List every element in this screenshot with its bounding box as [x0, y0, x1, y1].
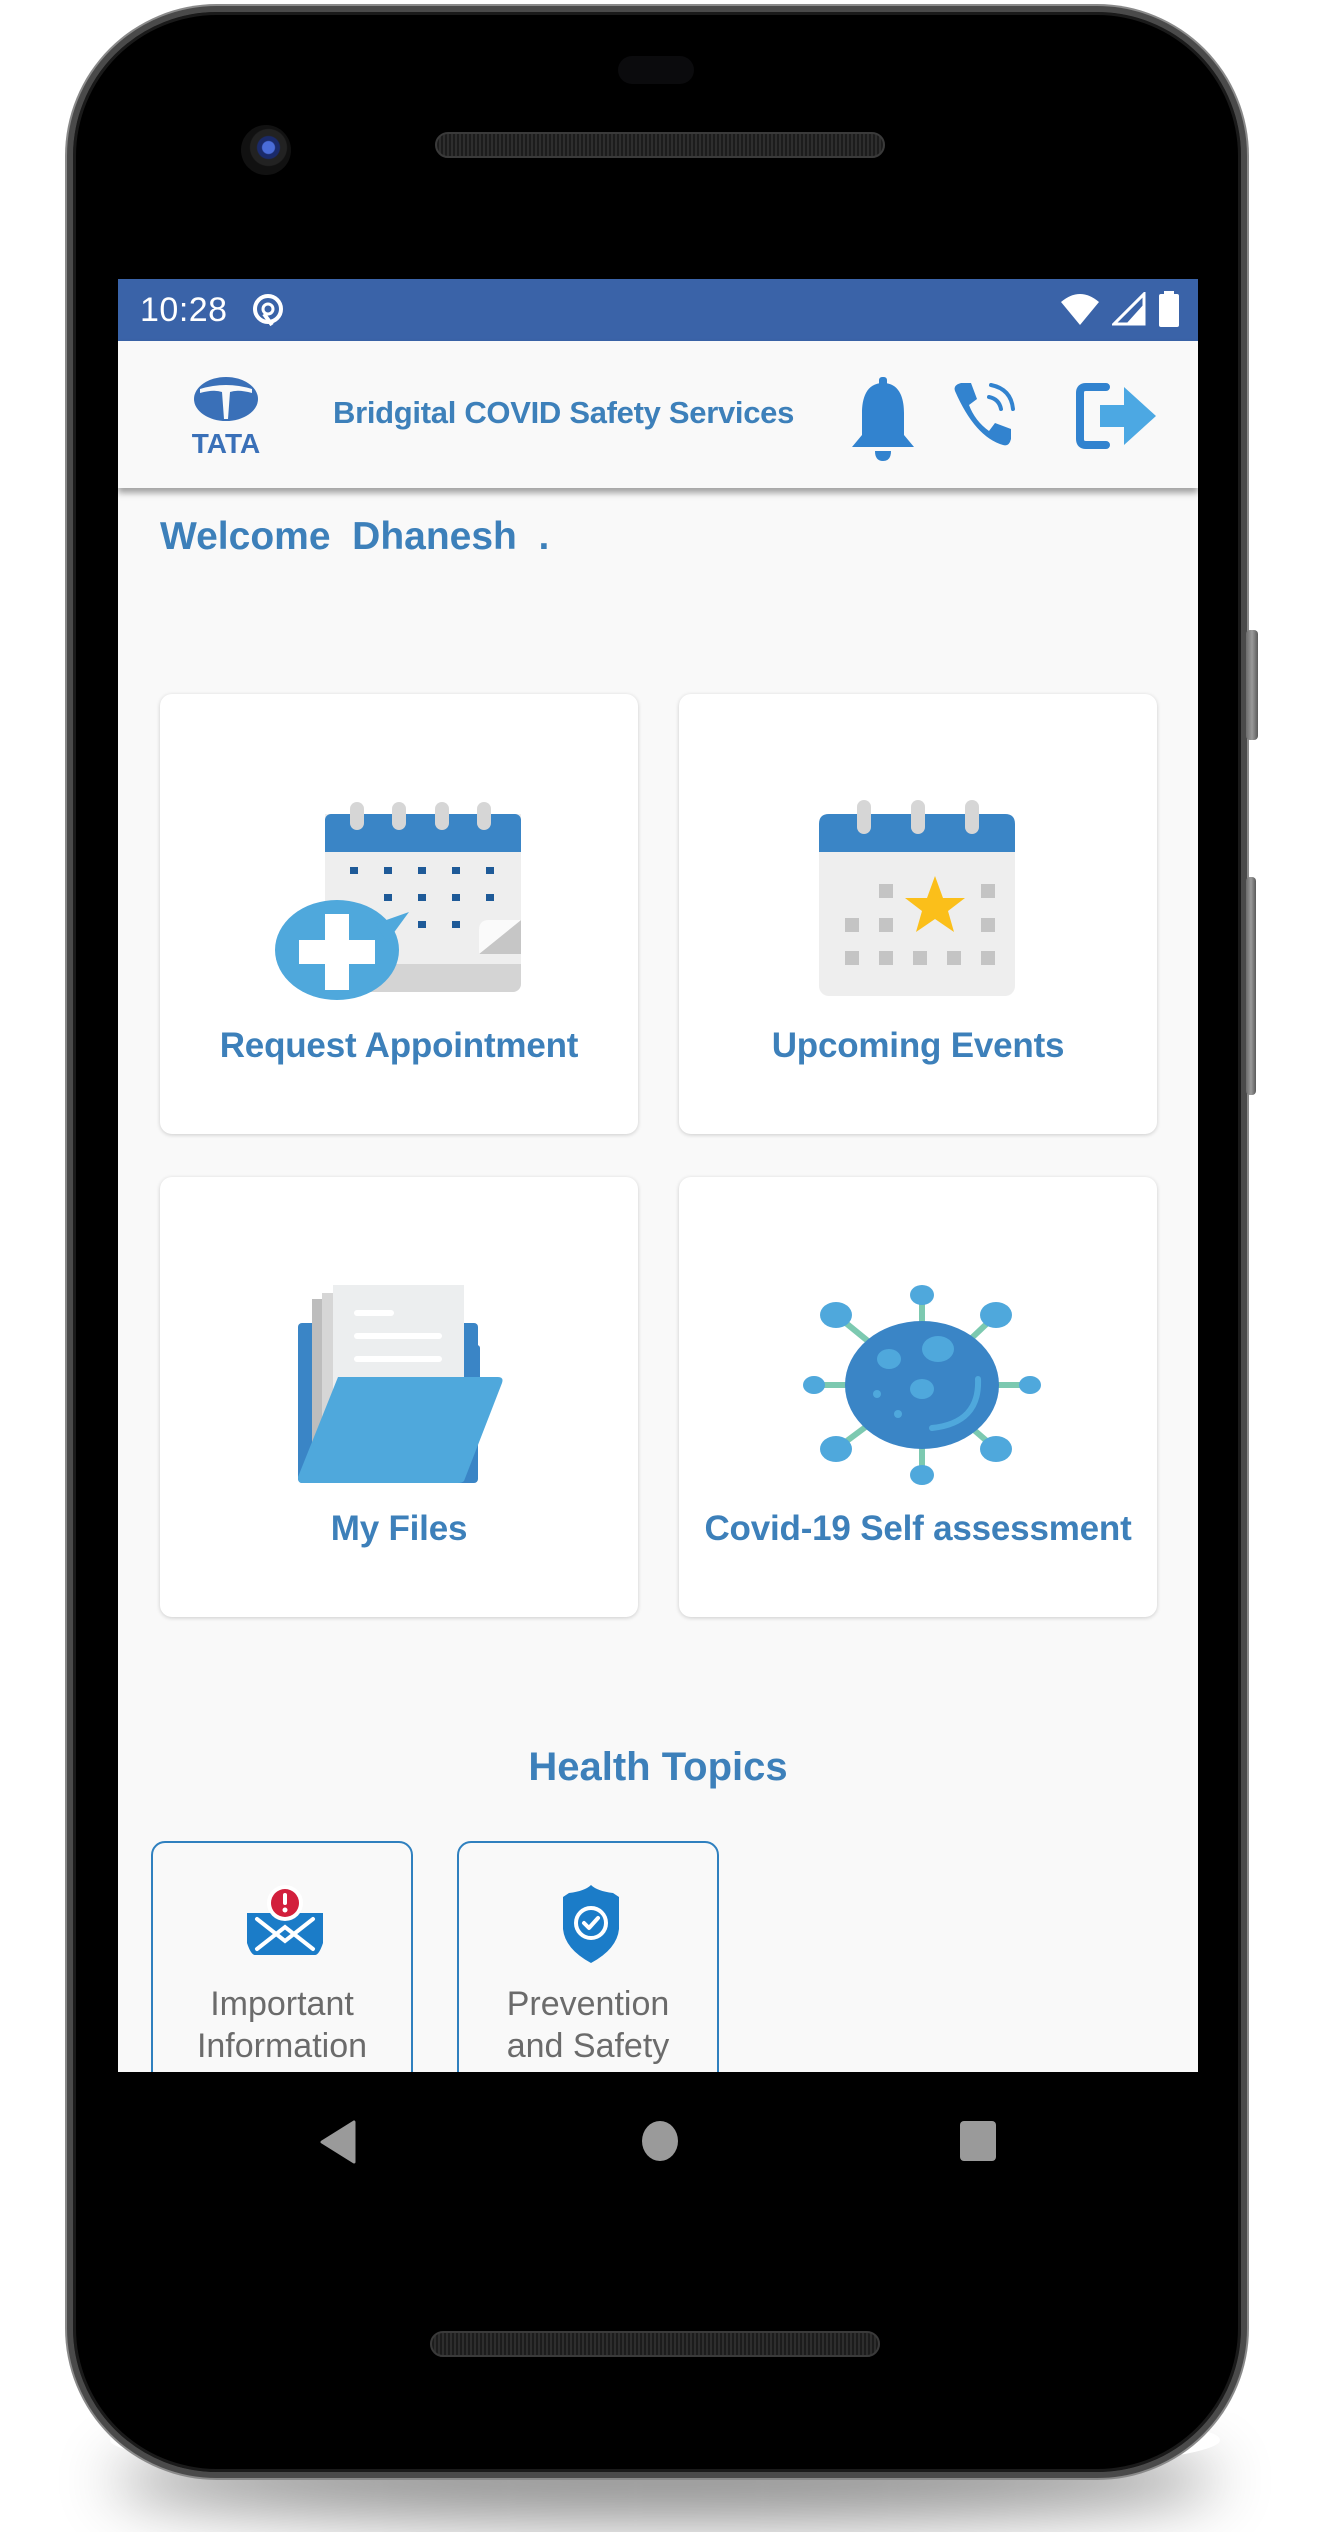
recents-button-icon[interactable]	[958, 2120, 998, 2162]
mail-alert-icon	[247, 1885, 323, 1955]
tile-upcoming-events[interactable]: Upcoming Events	[679, 694, 1157, 1134]
status-bar: 10:28	[118, 279, 1198, 341]
calendar-add-icon	[275, 802, 521, 1000]
bottom-speaker	[430, 2331, 880, 2357]
tile-covid-self-assessment[interactable]: Covid-19 Self assessment	[679, 1177, 1157, 1617]
power-button	[1246, 630, 1258, 740]
app-title: Bridgital COVID Safety Services	[333, 395, 795, 430]
app-notification-icon	[252, 294, 283, 327]
topic-prevention-and-safety[interactable]: Prevention and Safety	[457, 1841, 719, 2072]
proximity-sensor	[618, 56, 694, 84]
topic-label-line1: Important	[210, 1985, 354, 2023]
volume-button	[1246, 877, 1256, 1095]
shield-check-icon	[563, 1885, 619, 1963]
bell-icon[interactable]	[848, 377, 918, 461]
tile-label: My Files	[330, 1509, 468, 1548]
app-bar: TATA Bridgital COVID Safety Services	[118, 341, 1198, 488]
tile-label: Covid-19 Self assessment	[704, 1509, 1132, 1548]
virus-icon	[803, 1285, 1041, 1485]
welcome-message: Welcome Dhanesh .	[160, 515, 550, 558]
folder-open-icon	[298, 1285, 503, 1483]
navigation-bar	[118, 2072, 1198, 2202]
tile-label: Request Appointment	[219, 1026, 579, 1065]
back-button-icon[interactable]	[320, 2120, 356, 2164]
topic-important-information[interactable]: Important Information	[151, 1841, 413, 2072]
tile-request-appointment[interactable]: Request Appointment	[160, 694, 638, 1134]
phone-call-icon[interactable]	[949, 381, 1019, 451]
topic-label-line2: Information	[196, 2027, 368, 2065]
home-button-icon[interactable]	[640, 2120, 680, 2162]
tile-label: Upcoming Events	[771, 1026, 1065, 1065]
topic-label-line2: and Safety	[506, 2027, 670, 2065]
wifi-icon	[1061, 294, 1099, 325]
status-time: 10:28	[140, 290, 228, 329]
logout-icon[interactable]	[1076, 381, 1160, 451]
cell-signal-icon	[1112, 292, 1146, 326]
topic-label: Prevention and Safety	[459, 1983, 717, 2067]
topic-label: Important Information	[153, 1983, 411, 2067]
health-topics-title: Health Topics	[528, 1745, 788, 1789]
status-icons	[1060, 291, 1180, 327]
screen: 10:28 TATA Bridgital COVID Safety Servic…	[118, 279, 1198, 2072]
logo-text: TATA	[192, 428, 260, 457]
calendar-star-icon	[819, 800, 1015, 996]
tata-logo: TATA	[192, 377, 260, 457]
topic-label-line1: Prevention	[506, 1985, 670, 2023]
earpiece-speaker	[435, 132, 885, 158]
tile-my-files[interactable]: My Files	[160, 1177, 638, 1617]
front-camera	[241, 125, 291, 175]
battery-icon	[1159, 291, 1179, 327]
